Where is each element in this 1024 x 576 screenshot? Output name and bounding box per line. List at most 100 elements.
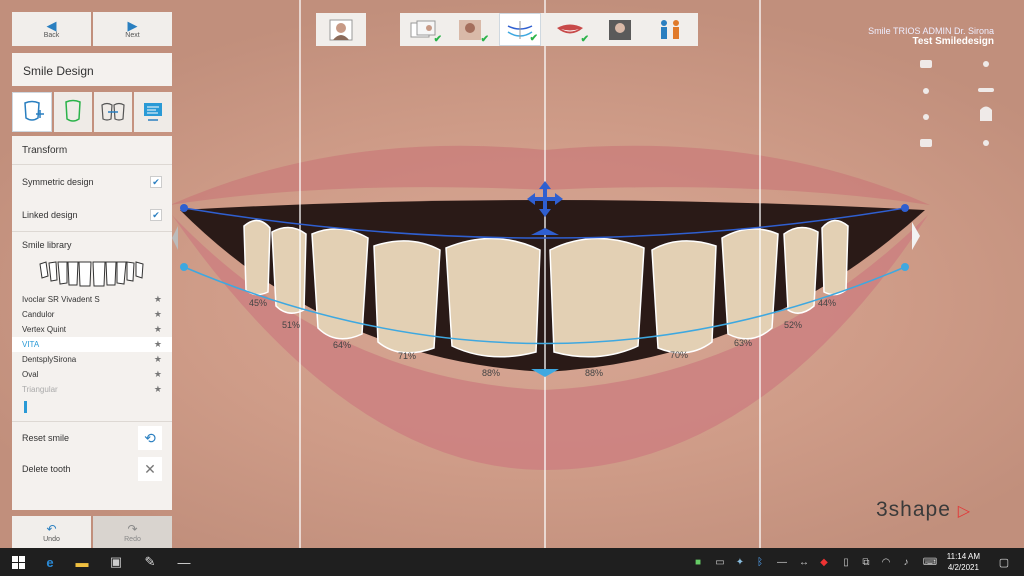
tray-usb-icon[interactable]: ▯ bbox=[836, 552, 856, 572]
undo-icon: ↶ bbox=[46, 521, 57, 536]
delete-tooth-label: Delete tooth bbox=[22, 464, 71, 474]
taskbar: e ▬ ▣ ✎ — ■ ▭ ✦ ᛒ — ↔ ◆ ▯ ⧉ ◠ ♪ ⌨ 11:14 … bbox=[0, 548, 1024, 576]
windows-start-icon[interactable] bbox=[8, 552, 28, 572]
workflow-step-share[interactable] bbox=[649, 13, 691, 46]
workflow-step-documents[interactable]: ✔ bbox=[402, 13, 444, 46]
wifi-icon[interactable]: ◠ bbox=[876, 552, 896, 572]
brand-logo: 3shape ▷ bbox=[876, 498, 972, 521]
redo-label: Redo bbox=[124, 535, 141, 543]
list-item[interactable]: DentsplySirona ★ bbox=[22, 352, 162, 367]
symmetric-design-checkbox[interactable]: ✔ bbox=[150, 176, 162, 188]
notification-icon[interactable]: ▢ bbox=[994, 552, 1014, 572]
list-scrollbar[interactable] bbox=[12, 401, 172, 421]
workflow-step-simulation[interactable] bbox=[599, 13, 641, 46]
tray-folder-icon[interactable]: ▭ bbox=[710, 552, 730, 572]
presentation-tool-button[interactable] bbox=[134, 92, 172, 132]
redo-button[interactable]: ↷ Redo bbox=[93, 516, 172, 548]
view-controls[interactable] bbox=[912, 55, 1002, 150]
linked-design-label: Linked design bbox=[22, 210, 78, 220]
tray-item-icon[interactable]: ↔ bbox=[794, 552, 814, 572]
tray-item-icon[interactable]: — bbox=[772, 552, 792, 572]
tray-network-icon[interactable]: ✦ bbox=[730, 552, 750, 572]
next-label: Next bbox=[125, 31, 140, 39]
bluetooth-icon[interactable]: ᛒ bbox=[750, 552, 770, 572]
volume-icon[interactable]: ♪ bbox=[896, 552, 916, 572]
patient-photo-button[interactable] bbox=[316, 13, 366, 46]
redo-icon: ↷ bbox=[127, 521, 138, 536]
list-item[interactable]: Vertex Quint ★ bbox=[22, 322, 162, 337]
list-item[interactable]: Candulor ★ bbox=[22, 307, 162, 322]
linked-design-row[interactable]: Linked design ✔ bbox=[12, 199, 172, 231]
check-icon: ✔ bbox=[480, 34, 489, 45]
close-icon[interactable]: ✕ bbox=[138, 457, 162, 481]
undo-label: Undo bbox=[43, 535, 60, 543]
percent-label: 52% bbox=[784, 320, 803, 330]
back-button[interactable]: ◀ Back bbox=[12, 12, 91, 46]
workflow-steps: ✔ ✔ ✔ ✔ bbox=[400, 13, 698, 46]
next-button[interactable]: ▶ Next bbox=[93, 12, 172, 46]
smile-library-label: Smile library bbox=[22, 240, 72, 250]
tooth-pair-icon bbox=[101, 102, 125, 121]
session-header: Smile TRIOS ADMIN Dr. Sirona Test Smiled… bbox=[868, 26, 994, 47]
list-item[interactable]: Oval ★ bbox=[22, 367, 162, 382]
clock-time: 11:14 AM bbox=[946, 552, 980, 561]
smile-library-preview bbox=[12, 258, 172, 292]
check-icon: ✔ bbox=[433, 34, 442, 45]
reset-icon[interactable]: ⟲ bbox=[138, 426, 162, 450]
transform-tool-button[interactable] bbox=[12, 92, 52, 132]
teeth-front-icon bbox=[920, 60, 932, 68]
bottom-midpoint-handle bbox=[531, 369, 559, 377]
keyboard-icon[interactable]: ⌨ bbox=[920, 552, 940, 572]
upper-lip bbox=[170, 145, 930, 205]
symmetric-design-label: Symmetric design bbox=[22, 177, 94, 187]
symmetric-design-row[interactable]: Symmetric design ✔ bbox=[12, 165, 172, 199]
back-label: Back bbox=[43, 31, 60, 39]
tray-app-icon[interactable]: ■ bbox=[688, 552, 708, 572]
percent-label: 51% bbox=[282, 320, 301, 330]
list-item[interactable]: Ivoclar SR Vivadent S ★ bbox=[22, 292, 162, 307]
check-icon: ✔ bbox=[580, 34, 589, 45]
system-clock[interactable]: 11:14 AM 4/2/2021 bbox=[947, 551, 980, 573]
arrow-right-icon: ▶ bbox=[127, 17, 138, 33]
star-icon: ★ bbox=[153, 294, 162, 304]
list-item[interactable]: Triangular ★ bbox=[22, 382, 162, 397]
undo-redo-bar: ↶ Undo ↷ Redo bbox=[12, 516, 172, 548]
list-item[interactable]: VITA ★ bbox=[12, 337, 172, 352]
percent-label: 63% bbox=[734, 338, 753, 348]
session-case: Test Smiledesign bbox=[912, 36, 994, 47]
file-explorer-icon[interactable]: ▬ bbox=[72, 552, 92, 572]
settings-panel: Transform Symmetric design ✔ Linked desi… bbox=[12, 136, 172, 510]
curve-handle-top-left bbox=[180, 204, 188, 212]
linked-design-checkbox[interactable]: ✔ bbox=[150, 209, 162, 221]
portrait-icon bbox=[329, 19, 353, 40]
layers-icon bbox=[920, 139, 932, 147]
dot-icon bbox=[923, 114, 929, 120]
paint-app-icon[interactable]: ✎ bbox=[140, 552, 160, 572]
curve-handle-bottom-left bbox=[180, 263, 188, 271]
star-icon: ★ bbox=[153, 369, 162, 379]
teeth-side-icon bbox=[978, 88, 994, 92]
delete-tooth-row[interactable]: Delete tooth ✕ bbox=[12, 454, 172, 484]
tooth-transform-icon bbox=[24, 100, 44, 121]
percent-label: 88% bbox=[482, 368, 501, 378]
app-window-icon[interactable]: ▣ bbox=[106, 552, 126, 572]
session-user: Smile TRIOS ADMIN Dr. Sirona bbox=[868, 26, 994, 36]
teeth-preview-icon bbox=[39, 261, 144, 287]
percent-label: 71% bbox=[398, 351, 417, 361]
tray-shield-icon[interactable]: ◆ bbox=[814, 552, 834, 572]
smile-app-icon[interactable]: — bbox=[174, 552, 194, 572]
tooth-icon bbox=[980, 106, 992, 121]
section-header: Transform bbox=[22, 144, 68, 156]
workflow-step-face[interactable]: ✔ bbox=[449, 13, 491, 46]
face-photo-icon bbox=[459, 19, 481, 40]
tray-device-icon[interactable]: ⧉ bbox=[856, 552, 876, 572]
curve-handle-bottom-right bbox=[901, 263, 909, 271]
shape-tool-button[interactable] bbox=[54, 92, 92, 132]
edge-browser-icon[interactable]: e bbox=[40, 552, 60, 572]
pair-tool-button[interactable] bbox=[94, 92, 132, 132]
undo-button[interactable]: ↶ Undo bbox=[12, 516, 91, 548]
workflow-step-smile-design[interactable]: ✔ bbox=[499, 13, 541, 46]
workflow-step-smile-preview[interactable]: ✔ bbox=[549, 13, 591, 46]
reset-smile-row[interactable]: Reset smile ⟲ bbox=[12, 422, 172, 454]
smile-library-list: Ivoclar SR Vivadent S ★ Candulor ★ Vertex … bbox=[12, 292, 172, 397]
